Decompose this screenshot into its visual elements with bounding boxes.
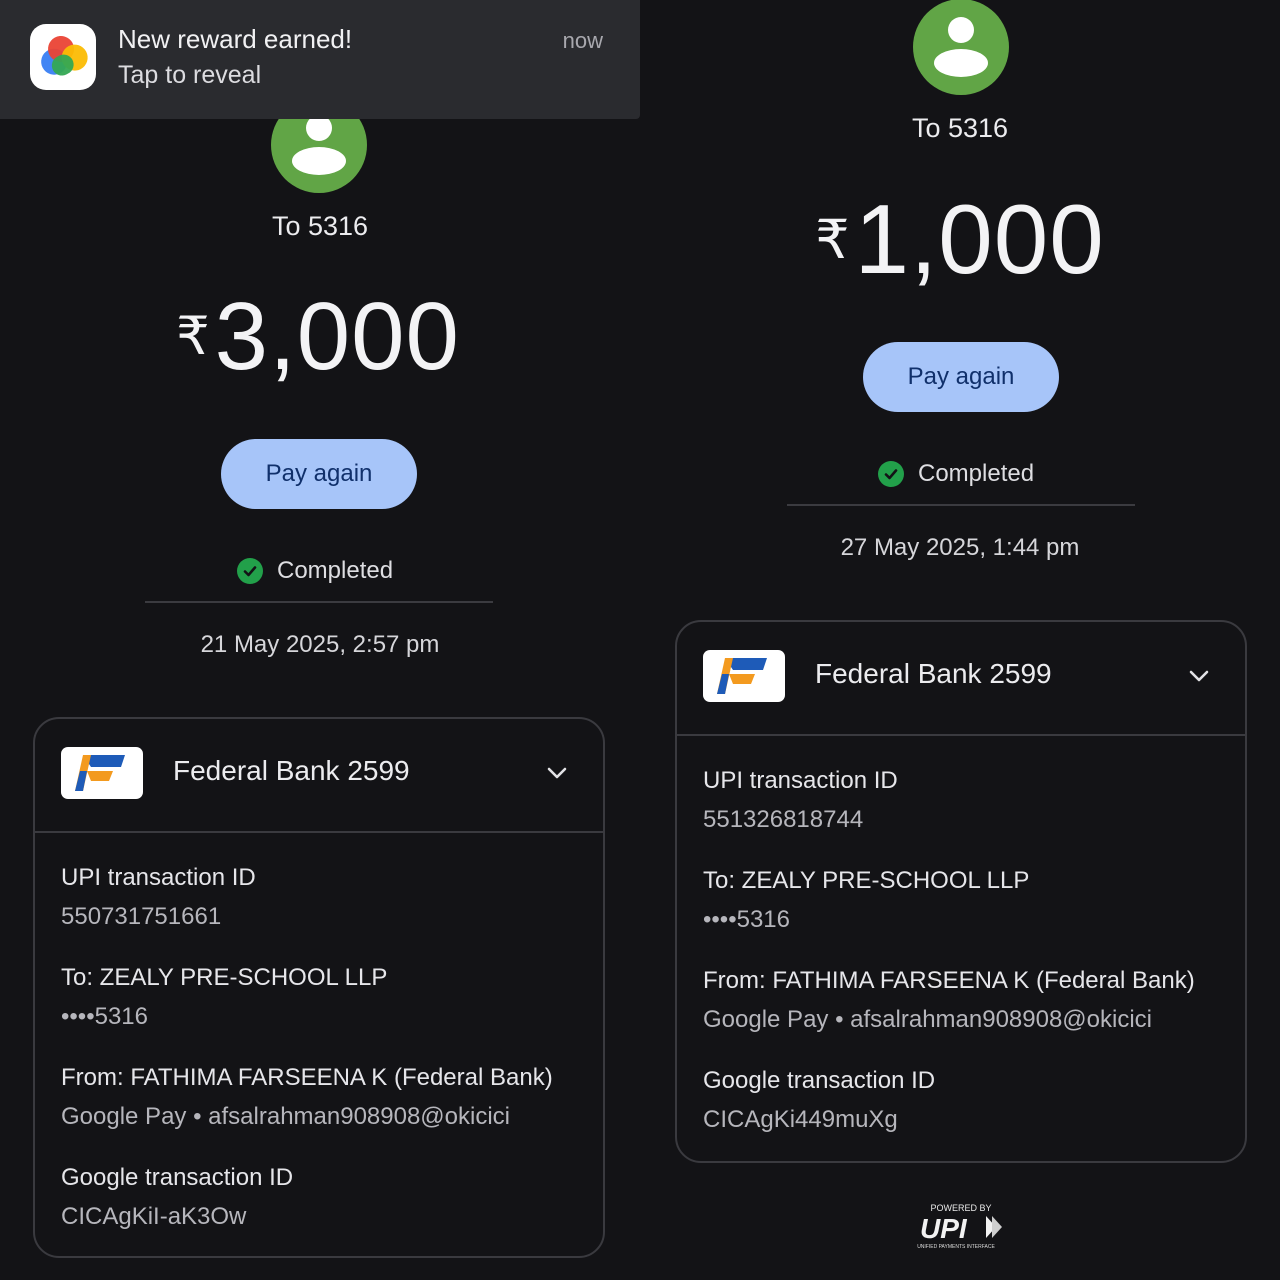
google-transaction-id: Google transaction ID CICAgKi449muXg: [703, 1061, 935, 1139]
to-recipient-account: ••••5316: [703, 906, 790, 933]
upi-wordmark: UPI: [920, 1213, 968, 1244]
from-sender-label: From: FATHIMA FARSEENA K (Federal Bank): [61, 1064, 553, 1091]
google-transaction-id-value: CICAgKiI-aK3Ow: [61, 1203, 247, 1230]
divider: [145, 601, 493, 603]
to-recipient-label: To: ZEALY PRE-SCHOOL LLP: [703, 867, 1030, 894]
bank-account-name: Federal Bank 2599: [173, 755, 410, 786]
recipient-label: To 5316: [271, 211, 369, 241]
upi-transaction-id-value: 550731751661: [61, 903, 222, 930]
upi-transaction-id: UPI transaction ID 551326818744: [703, 761, 898, 839]
check-circle-icon: [878, 461, 904, 487]
status-completed: Completed: [878, 460, 1034, 488]
check-circle-icon: [237, 558, 263, 584]
from-sender: From: FATHIMA FARSEENA K (Federal Bank) …: [703, 961, 1195, 1039]
upi-transaction-id-value: 551326818744: [703, 806, 864, 833]
left-transaction-panel: To 5316 ₹3,000 Pay again Completed 21 Ma…: [0, 0, 640, 1280]
transaction-date: 21 May 2025, 2:57 pm: [200, 631, 440, 658]
amount-value: 3,000: [214, 283, 460, 390]
bank-account-row[interactable]: Federal Bank 2599: [35, 719, 603, 833]
chevron-down-icon[interactable]: [543, 759, 571, 787]
bank-account-row[interactable]: Federal Bank 2599: [677, 622, 1245, 736]
upi-transaction-id: UPI transaction ID 550731751661: [61, 858, 256, 936]
pay-again-button[interactable]: Pay again: [863, 342, 1059, 412]
upi-powered-by: POWERED BY: [930, 1203, 991, 1213]
currency-symbol: ₹: [815, 209, 851, 270]
transaction-details-card: Federal Bank 2599 UPI transaction ID 551…: [675, 620, 1247, 1163]
recipient-avatar-icon: [913, 0, 1009, 95]
federal-bank-logo-icon: [703, 650, 785, 702]
from-sender-upi: Google Pay • afsalrahman908908@okicici: [61, 1103, 511, 1130]
from-sender: From: FATHIMA FARSEENA K (Federal Bank) …: [61, 1058, 553, 1136]
transaction-date: 27 May 2025, 1:44 pm: [840, 534, 1080, 561]
from-sender-upi: Google Pay • afsalrahman908908@okicici: [703, 1006, 1153, 1033]
to-recipient-label: To: ZEALY PRE-SCHOOL LLP: [61, 964, 388, 991]
to-recipient-account: ••••5316: [61, 1003, 148, 1030]
chevron-down-icon[interactable]: [1185, 662, 1213, 690]
right-transaction-panel: To 5316 ₹1,000 Pay again Completed 27 Ma…: [640, 0, 1280, 1280]
from-sender-label: From: FATHIMA FARSEENA K (Federal Bank): [703, 967, 1195, 994]
reward-notification[interactable]: New reward earned! Tap to reveal now: [0, 0, 640, 119]
to-recipient: To: ZEALY PRE-SCHOOL LLP ••••5316: [703, 861, 1029, 939]
google-transaction-id-label: Google transaction ID: [703, 1067, 936, 1094]
upi-transaction-id-label: UPI transaction ID: [61, 864, 256, 891]
amount: ₹1,000: [660, 183, 1260, 296]
google-transaction-id-value: CICAgKi449muXg: [703, 1106, 898, 1133]
amount: ₹3,000: [18, 282, 618, 392]
google-transaction-id: Google transaction ID CICAgKiI-aK3Ow: [61, 1158, 293, 1236]
status-text: Completed: [918, 460, 1035, 487]
notification-subtitle: Tap to reveal: [118, 61, 262, 89]
upi-tagline: UNIFIED PAYMENTS INTERFACE: [917, 1244, 995, 1250]
upi-transaction-id-label: UPI transaction ID: [703, 767, 898, 794]
federal-bank-logo-icon: [61, 747, 143, 799]
upi-logo-icon: POWERED BY UPI UNIFIED PAYMENTS INTERFAC…: [917, 1203, 1002, 1250]
notification-title: New reward earned!: [118, 24, 353, 54]
amount-value: 1,000: [854, 184, 1105, 294]
status-text: Completed: [277, 557, 394, 584]
google-pay-icon: [30, 24, 96, 90]
notification-time: now: [562, 28, 603, 53]
google-transaction-id-label: Google transaction ID: [61, 1164, 294, 1191]
recipient-label: To 5316: [911, 113, 1009, 143]
bank-account-name: Federal Bank 2599: [815, 658, 1052, 689]
pay-again-button[interactable]: Pay again: [221, 439, 417, 509]
divider: [787, 504, 1135, 506]
status-completed: Completed: [237, 557, 393, 585]
transaction-details-card: Federal Bank 2599 UPI transaction ID 550…: [33, 717, 605, 1258]
currency-symbol: ₹: [176, 307, 211, 367]
to-recipient: To: ZEALY PRE-SCHOOL LLP ••••5316: [61, 958, 387, 1036]
